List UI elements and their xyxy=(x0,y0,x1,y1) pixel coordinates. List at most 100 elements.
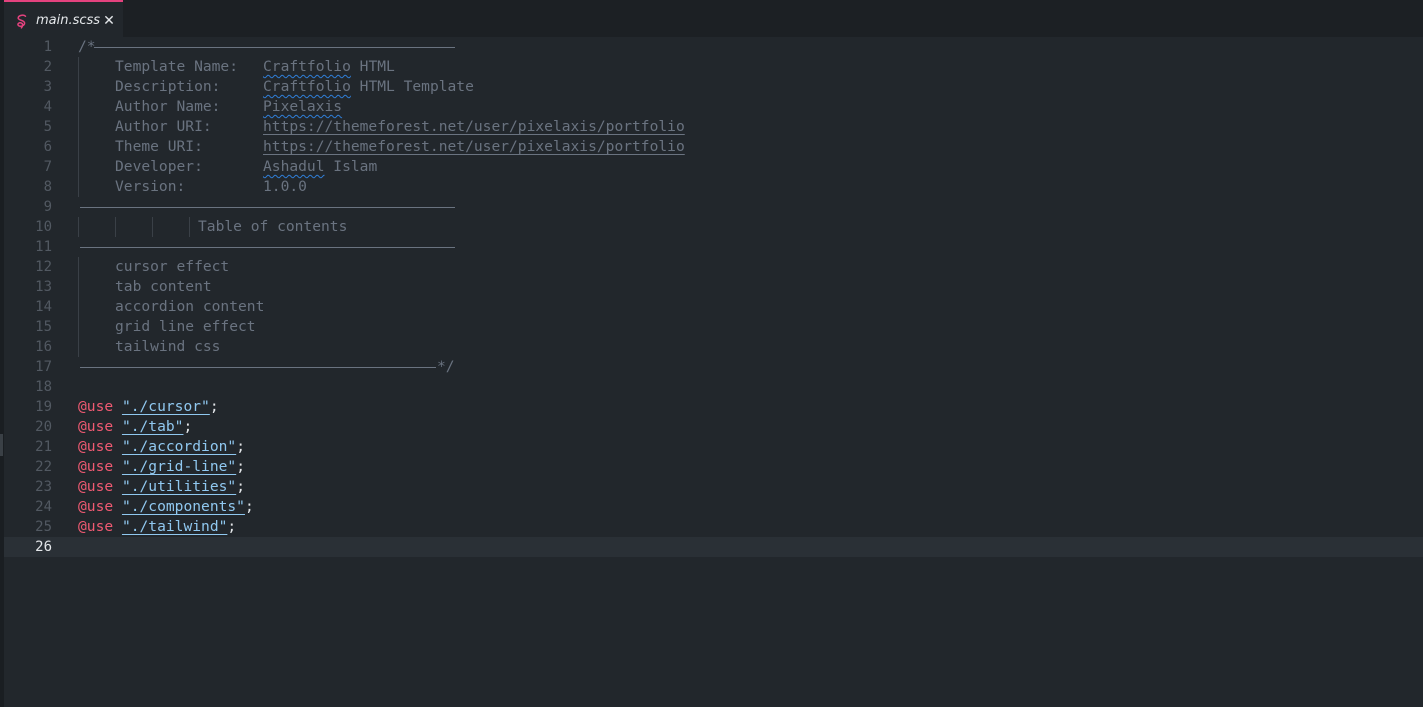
line-number: 26 xyxy=(35,539,52,555)
code-line: 15 grid line effect xyxy=(4,317,1423,337)
comment-close: */ xyxy=(437,358,455,375)
header-value: Craftfolio HTML Template xyxy=(263,77,474,97)
use-statement: @use "./cursor"; xyxy=(78,397,219,417)
use-statement: @use "./tab"; xyxy=(78,417,192,437)
header-key: Version: xyxy=(115,178,186,195)
code-editor[interactable]: 1 /* 2 Template Name: Craftfolio HTML 3 … xyxy=(4,37,1423,707)
window-edge-marker xyxy=(0,434,3,456)
code-line: 22 @use "./grid-line"; xyxy=(4,457,1423,477)
use-keyword: @use xyxy=(78,438,114,455)
use-path-link[interactable]: "./grid-line" xyxy=(122,458,236,475)
header-key: Author Name: xyxy=(115,98,221,115)
tab-bar: main.scss ✕ xyxy=(4,0,1423,39)
indent-guide xyxy=(115,217,116,237)
header-value: https://themeforest.net/user/pixelaxis/p… xyxy=(263,137,685,157)
line-number: 22 xyxy=(35,459,52,475)
code-line: 13 tab content xyxy=(4,277,1423,297)
line-number: 25 xyxy=(35,519,52,535)
header-value-a: 1.0.0 xyxy=(263,178,307,195)
semicolon: ; xyxy=(236,478,245,495)
header-value-a: Craftfolio xyxy=(263,58,351,75)
header-value-a: Ashadul xyxy=(263,158,325,175)
comment-open: /* xyxy=(78,38,96,55)
header-key: Description: xyxy=(115,78,221,95)
line-number: 16 xyxy=(35,339,52,355)
header-key: Template Name: xyxy=(115,58,239,75)
close-icon[interactable]: ✕ xyxy=(101,13,117,29)
header-value-b: HTML xyxy=(350,58,395,75)
line-number: 4 xyxy=(43,99,52,115)
comment-rule xyxy=(80,247,455,248)
tab-main-scss[interactable]: main.scss ✕ xyxy=(4,0,123,38)
use-path-link[interactable]: "./tailwind" xyxy=(122,518,227,535)
code-line: 21 @use "./accordion"; xyxy=(4,437,1423,457)
code-line: 19 @use "./cursor"; xyxy=(4,397,1423,417)
use-path-link[interactable]: "./tab" xyxy=(122,418,184,435)
toc-item: grid line effect xyxy=(115,318,256,335)
header-value: https://themeforest.net/user/pixelaxis/p… xyxy=(263,117,685,137)
line-number: 3 xyxy=(43,79,52,95)
use-keyword: @use xyxy=(78,458,114,475)
use-path-link[interactable]: "./utilities" xyxy=(122,478,236,495)
semicolon: ; xyxy=(244,498,254,515)
line-number: 13 xyxy=(35,279,52,295)
line-number: 20 xyxy=(35,419,52,435)
code-line: 12 cursor effect xyxy=(4,257,1423,277)
line-number: 24 xyxy=(35,499,52,515)
header-value: Ashadul Islam xyxy=(263,157,377,177)
sass-icon xyxy=(17,14,27,29)
line-number: 5 xyxy=(43,119,52,135)
header-value: Craftfolio HTML xyxy=(263,57,395,77)
tab-label: main.scss xyxy=(36,13,101,28)
code-line: 24 @use "./components"; xyxy=(4,497,1423,517)
use-keyword: @use xyxy=(78,478,114,495)
use-path-link[interactable]: "./cursor" xyxy=(122,398,210,415)
line-number: 7 xyxy=(43,159,52,175)
use-statement: @use "./components"; xyxy=(78,497,254,517)
line-number: 11 xyxy=(35,239,52,255)
line-number: 6 xyxy=(43,139,52,155)
header-value-a: Pixelaxis xyxy=(263,98,343,115)
line-number: 19 xyxy=(35,399,52,415)
code-line: 7 Developer: Ashadul Islam xyxy=(4,157,1423,177)
code-line: 20 @use "./tab"; xyxy=(4,417,1423,437)
line-number: 2 xyxy=(43,59,52,75)
use-keyword: @use xyxy=(78,498,114,515)
semicolon: ; xyxy=(183,418,193,435)
code-line: 3 Description: Craftfolio HTML Template xyxy=(4,77,1423,97)
toc-item: cursor effect xyxy=(115,258,230,275)
author-uri-link[interactable]: https://themeforest.net/user/pixelaxis/p… xyxy=(263,118,685,135)
code-line: 25 @use "./tailwind"; xyxy=(4,517,1423,537)
code-line: 18 xyxy=(4,377,1423,397)
use-statement: @use "./tailwind"; xyxy=(78,517,236,537)
code-line: 23 @use "./utilities"; xyxy=(4,477,1423,497)
header-value-a: Craftfolio xyxy=(263,78,351,95)
header-value: 1.0.0 xyxy=(263,177,307,197)
use-statement: @use "./utilities"; xyxy=(78,477,245,497)
line-number: 21 xyxy=(35,439,52,455)
code-line: 16 tailwind css xyxy=(4,337,1423,357)
current-line[interactable]: 26 xyxy=(4,537,1423,557)
use-path-link[interactable]: "./accordion" xyxy=(122,438,236,455)
indent-guide xyxy=(78,257,79,357)
theme-uri-link[interactable]: https://themeforest.net/user/pixelaxis/p… xyxy=(263,138,685,155)
comment-rule xyxy=(80,367,436,368)
line-number: 12 xyxy=(35,259,52,275)
header-value: Pixelaxis xyxy=(263,97,342,117)
line-number: 14 xyxy=(35,299,52,315)
header-key: Developer: xyxy=(115,158,203,175)
code-line: 8 Version: 1.0.0 xyxy=(4,177,1423,197)
semicolon: ; xyxy=(236,458,245,475)
header-value-b: HTML Template xyxy=(350,78,474,95)
header-key: Author URI: xyxy=(115,118,212,135)
toc-item: tab content xyxy=(115,278,212,295)
toc-title: Table of contents xyxy=(198,218,348,235)
toc-item: accordion content xyxy=(115,298,265,315)
line-number: 23 xyxy=(35,479,52,495)
use-path-link[interactable]: "./components" xyxy=(122,498,245,515)
indent-guide xyxy=(78,217,79,237)
semicolon: ; xyxy=(236,438,245,455)
indent-guide xyxy=(189,217,190,237)
code-line: 6 Theme URI: https://themeforest.net/use… xyxy=(4,137,1423,157)
indent-guide xyxy=(152,217,153,237)
